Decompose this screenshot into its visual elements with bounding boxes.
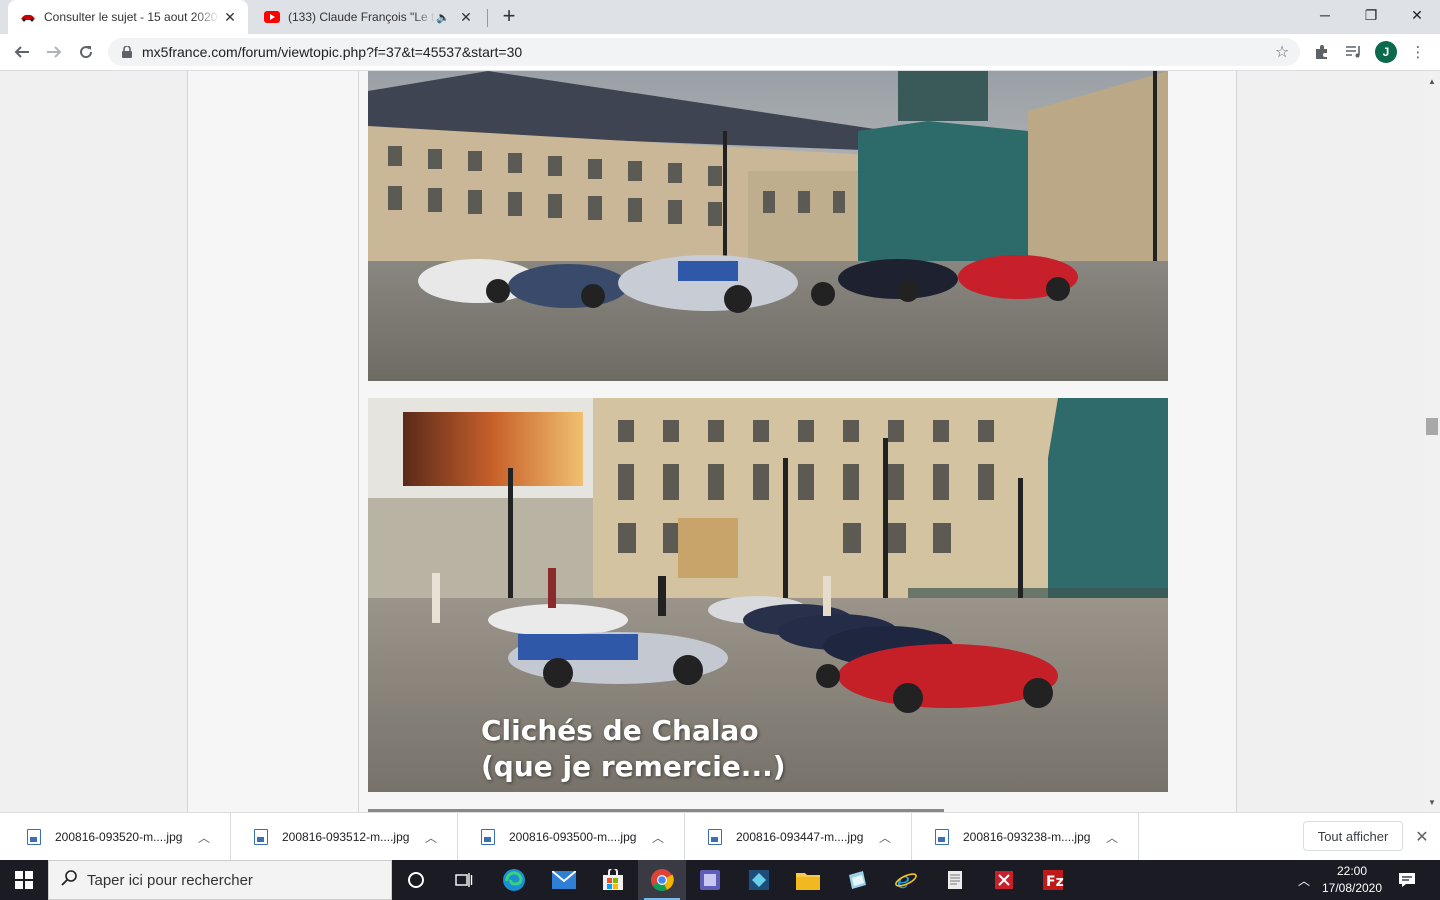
- mail-icon[interactable]: [540, 860, 588, 900]
- minimize-button[interactable]: ─: [1302, 0, 1348, 30]
- bookmark-star-icon[interactable]: ☆: [1270, 42, 1294, 62]
- tab-close-icon[interactable]: ✕: [456, 7, 476, 27]
- new-tab-button[interactable]: +: [498, 5, 520, 28]
- taskbar-search-box[interactable]: Taper ici pour rechercher: [48, 860, 392, 900]
- address-bar[interactable]: mx5france.com/forum/viewtopic.php?f=37&t…: [108, 38, 1300, 66]
- media-control-icon[interactable]: [1342, 40, 1366, 64]
- tab-strip: Consulter le sujet - 15 aout 2020 ✕ (133…: [0, 0, 1440, 34]
- photo-image: [368, 71, 1168, 381]
- chrome-icon[interactable]: [638, 860, 686, 900]
- scroll-up-arrow-icon[interactable]: ▲: [1424, 73, 1440, 89]
- clock-date: 17/08/2020: [1321, 881, 1383, 895]
- profile-avatar[interactable]: J: [1375, 41, 1397, 63]
- image-file-icon: [708, 829, 722, 845]
- filezilla-icon[interactable]: Fz: [1029, 860, 1077, 900]
- arrow-left-icon: [14, 46, 29, 58]
- tab-youtube[interactable]: (133) Claude François "Le tél 🔈 ✕: [252, 0, 484, 34]
- more-menu-icon[interactable]: ⋮: [1406, 40, 1430, 64]
- notification-center-icon[interactable]: [1394, 868, 1420, 892]
- scroll-thumb[interactable]: [1426, 418, 1438, 435]
- start-button[interactable]: [0, 860, 48, 900]
- tab-title: (133) Claude François "Le tél: [288, 10, 437, 24]
- cortana-icon[interactable]: [392, 860, 440, 900]
- search-placeholder: Taper ici pour rechercher: [87, 871, 253, 889]
- url-text[interactable]: mx5france.com/forum/viewtopic.php?f=37&t…: [142, 44, 1270, 60]
- back-button[interactable]: [8, 38, 36, 66]
- download-filename: 200816-093447-m....jpg: [736, 830, 864, 844]
- tab-title: Consulter le sujet - 15 aout 2020: [44, 10, 218, 24]
- reload-icon: [80, 46, 93, 59]
- mx5-favicon-icon: [20, 9, 36, 25]
- image-file-icon: [935, 829, 949, 845]
- edge-browser-icon[interactable]: [490, 860, 538, 900]
- reload-button[interactable]: [72, 38, 100, 66]
- tab-separator: [487, 9, 488, 27]
- download-item[interactable]: 200816-093512-m....jpg ︿: [232, 813, 458, 861]
- youtube-icon: [264, 9, 280, 25]
- notepad-app-icon[interactable]: [833, 860, 881, 900]
- download-filename: 200816-093500-m....jpg: [509, 830, 637, 844]
- post-column-divider: [358, 71, 359, 812]
- download-item[interactable]: 200816-093238-m....jpg ︿: [913, 813, 1139, 861]
- close-window-button[interactable]: ✕: [1394, 0, 1440, 30]
- task-view-icon[interactable]: [440, 860, 488, 900]
- chevron-up-icon[interactable]: ︿: [875, 829, 895, 846]
- download-item[interactable]: 200816-093447-m....jpg ︿: [686, 813, 912, 861]
- system-clock[interactable]: 22:00 17/08/2020: [1316, 863, 1388, 897]
- search-icon: [61, 869, 77, 891]
- lock-icon[interactable]: [120, 45, 134, 59]
- forward-button[interactable]: [40, 38, 68, 66]
- pdf-app-icon[interactable]: [980, 860, 1028, 900]
- download-item[interactable]: 200816-093520-m....jpg ︿: [5, 813, 231, 861]
- tab-close-icon[interactable]: ✕: [220, 7, 240, 27]
- download-filename: 200816-093512-m....jpg: [282, 830, 410, 844]
- chevron-up-icon[interactable]: ︿: [421, 829, 441, 846]
- arrow-right-icon: [47, 46, 62, 58]
- image-file-icon: [254, 829, 268, 845]
- page-scrollbar[interactable]: ▲ ▼: [1424, 71, 1440, 812]
- post-photo-place-vendome-2[interactable]: Clichés de Chalao (que je remercie...): [368, 398, 1168, 792]
- store-icon[interactable]: [589, 860, 637, 900]
- image-file-icon: [481, 829, 495, 845]
- scroll-down-arrow-icon[interactable]: ▼: [1424, 794, 1440, 810]
- audio-playing-icon[interactable]: 🔈: [436, 11, 450, 24]
- download-shelf: 200816-093520-m....jpg ︿ 200816-093512-m…: [0, 812, 1440, 861]
- image-file-icon: [27, 829, 41, 845]
- download-filename: 200816-093238-m....jpg: [963, 830, 1091, 844]
- document-app-icon[interactable]: [931, 860, 979, 900]
- clock-time: 22:00: [1336, 864, 1368, 878]
- close-shelf-icon[interactable]: ✕: [1410, 825, 1434, 849]
- windows-logo-icon: [15, 871, 33, 889]
- restore-button[interactable]: ❐: [1348, 0, 1394, 30]
- post-photo-place-vendome-1[interactable]: [368, 71, 1168, 381]
- tab-forum[interactable]: Consulter le sujet - 15 aout 2020 ✕: [8, 0, 248, 34]
- page-viewport: Clichés de Chalao (que je remercie...): [0, 71, 1424, 812]
- download-filename: 200816-093520-m....jpg: [55, 830, 183, 844]
- tray-expand-chevron-icon[interactable]: ︿: [1294, 870, 1314, 890]
- download-item[interactable]: 200816-093500-m....jpg ︿: [459, 813, 685, 861]
- extensions-puzzle-icon[interactable]: [1310, 40, 1334, 64]
- browser-toolbar: mx5france.com/forum/viewtopic.php?f=37&t…: [0, 34, 1440, 71]
- chevron-up-icon[interactable]: ︿: [194, 829, 214, 846]
- photo-caption: Clichés de Chalao (que je remercie...): [481, 714, 786, 783]
- remote-app-icon[interactable]: [735, 860, 783, 900]
- show-all-downloads-button[interactable]: Tout afficher: [1303, 821, 1403, 851]
- chevron-up-icon[interactable]: ︿: [1102, 829, 1122, 846]
- svg-text:Fz: Fz: [1046, 874, 1064, 890]
- chevron-up-icon[interactable]: ︿: [648, 829, 668, 846]
- internet-explorer-icon[interactable]: e: [882, 860, 930, 900]
- windows-taskbar: Taper ici pour rechercher e Fz ︿ 22:00 1…: [0, 860, 1440, 900]
- file-explorer-icon[interactable]: [784, 860, 832, 900]
- virtualbox-icon[interactable]: [686, 860, 734, 900]
